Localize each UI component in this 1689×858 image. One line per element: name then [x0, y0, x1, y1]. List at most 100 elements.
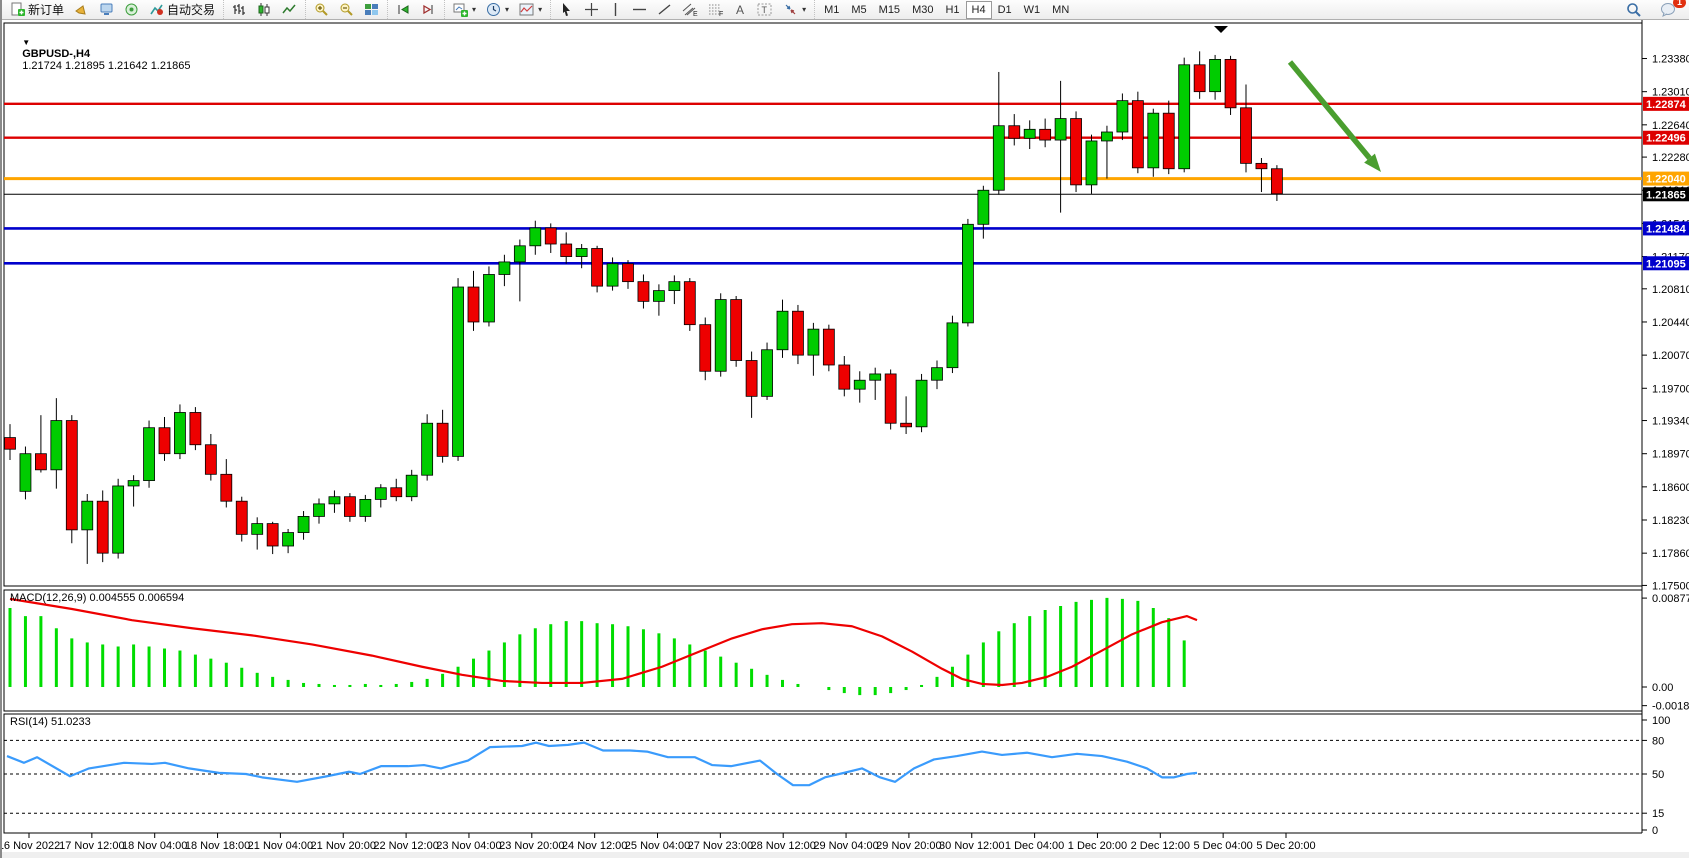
- toolbar-group-timeframes: M1M5M15M30H1H4D1W1MN: [814, 0, 1078, 19]
- timeframe-h1-button[interactable]: H1: [939, 1, 965, 19]
- time-tick-label: 22 Nov 12:00: [373, 840, 438, 852]
- candle: [700, 325, 711, 372]
- candle: [870, 374, 881, 380]
- notifications-button[interactable]: 1: [1655, 0, 1681, 19]
- fibonacci-button[interactable]: F: [703, 0, 729, 19]
- candle: [684, 282, 695, 325]
- candle: [97, 501, 108, 553]
- macd-axis-label: 0.008779: [1652, 593, 1689, 605]
- candle: [329, 497, 340, 504]
- cursor-button[interactable]: [554, 0, 579, 19]
- new-order-button[interactable]: 新订单: [5, 0, 69, 19]
- text-label-button[interactable]: T: [752, 0, 778, 19]
- candle: [82, 501, 93, 530]
- candle: [174, 412, 185, 453]
- candle: [453, 287, 464, 456]
- chart-canvas[interactable]: 1.233801.230101.226401.222801.219101.215…: [2, 0, 1689, 858]
- time-tick-label: 5 Dec 04:00: [1193, 840, 1252, 852]
- main-pane: [4, 23, 1642, 586]
- candle: [715, 300, 726, 372]
- zoom-in-button[interactable]: [309, 0, 334, 19]
- crosshair-button[interactable]: [579, 0, 604, 19]
- candle: [1163, 113, 1174, 169]
- candle: [391, 488, 402, 497]
- level-price-tag-label: 1.21095: [1646, 258, 1686, 270]
- time-tick-label: 28 Nov 12:00: [750, 840, 815, 852]
- auto-trading-button[interactable]: 自动交易: [144, 0, 220, 19]
- arrows-button[interactable]: ▾: [778, 0, 811, 19]
- candle: [283, 533, 294, 546]
- time-tick-label: 24 Nov 12:00: [562, 840, 627, 852]
- price-tick-label: 1.19700: [1652, 383, 1689, 395]
- candle: [1271, 169, 1282, 194]
- candle: [1132, 101, 1143, 168]
- price-axis-column[interactable]: [1642, 19, 1689, 858]
- timeframe-m1-button[interactable]: M1: [818, 1, 845, 19]
- arrows-icon: [783, 2, 798, 17]
- signals-button[interactable]: [119, 0, 144, 19]
- macd-pane: [4, 590, 1642, 711]
- templates-button[interactable]: ▾: [514, 0, 547, 19]
- candle: [1225, 59, 1236, 107]
- candle: [314, 504, 325, 517]
- rsi-axis-label: 15: [1652, 808, 1664, 820]
- timeframe-d1-button[interactable]: D1: [992, 1, 1018, 19]
- market-button[interactable]: [94, 0, 119, 19]
- svg-text:A: A: [736, 3, 744, 17]
- trendline-button[interactable]: [652, 0, 677, 19]
- zoom-out-button[interactable]: [334, 0, 359, 19]
- toolbar-group-scroll: [387, 0, 444, 19]
- candle: [1241, 108, 1252, 164]
- candle: [344, 497, 355, 517]
- candle: [221, 474, 232, 501]
- equidistant-channel-button[interactable]: E: [677, 0, 703, 19]
- timeframe-m5-button[interactable]: M5: [845, 1, 872, 19]
- time-tick-label: 5 Dec 20:00: [1256, 840, 1315, 852]
- rsi-axis-label: 50: [1652, 769, 1664, 781]
- horn-button[interactable]: [69, 0, 94, 19]
- candle: [839, 365, 850, 389]
- fibonacci-icon: F: [708, 2, 724, 17]
- auto-scroll-icon: [396, 2, 411, 17]
- timeframe-m15-button[interactable]: M15: [873, 1, 906, 19]
- toolbar-group-trade: 新订单 自动交易: [2, 0, 223, 19]
- timeframe-h4-button[interactable]: H4: [966, 1, 992, 19]
- candle: [298, 516, 309, 532]
- text-button[interactable]: A: [729, 0, 752, 19]
- search-button[interactable]: [1621, 0, 1647, 19]
- candle: [808, 329, 819, 355]
- timeframe-m30-button[interactable]: M30: [906, 1, 939, 19]
- timeframe-mn-button[interactable]: MN: [1046, 1, 1075, 19]
- time-tick-label: 21 Nov 20:00: [311, 840, 376, 852]
- horizontal-line-icon: [632, 2, 647, 17]
- bar-chart-button[interactable]: [227, 0, 252, 19]
- monitor-icon: [99, 2, 114, 17]
- tile-windows-button[interactable]: [359, 0, 384, 19]
- template-icon: [519, 2, 534, 17]
- candle: [1179, 65, 1190, 169]
- horizontal-line-button[interactable]: [627, 0, 652, 19]
- candlestick-chart-button[interactable]: [252, 0, 277, 19]
- candle: [885, 374, 896, 423]
- collapse-chart-icon[interactable]: ▼: [22, 38, 30, 47]
- candle: [236, 501, 247, 534]
- candle: [1009, 126, 1020, 139]
- chevron-down-icon: ▾: [472, 5, 476, 14]
- toolbar-group-zoom: [305, 0, 387, 19]
- chart-title: ▼ GBPUSD-,H4 1.21724 1.21895 1.21642 1.2…: [10, 24, 190, 84]
- level-price-tag-label: 1.22040: [1646, 174, 1686, 186]
- candle: [916, 380, 927, 427]
- candle: [530, 228, 541, 246]
- periodicity-button[interactable]: ▾: [481, 0, 514, 19]
- new-chart-button[interactable]: ▾: [448, 0, 481, 19]
- vertical-line-button[interactable]: [604, 0, 627, 19]
- candle: [1117, 101, 1128, 132]
- vertical-line-icon: [609, 2, 622, 17]
- svg-text:F: F: [719, 11, 723, 17]
- timeframe-w1-button[interactable]: W1: [1018, 1, 1047, 19]
- chart-shift-icon: [421, 2, 436, 17]
- chart-shift-button[interactable]: [416, 0, 441, 19]
- auto-scroll-button[interactable]: [391, 0, 416, 19]
- line-chart-button[interactable]: [277, 0, 302, 19]
- notification-badge: 1: [1673, 0, 1686, 8]
